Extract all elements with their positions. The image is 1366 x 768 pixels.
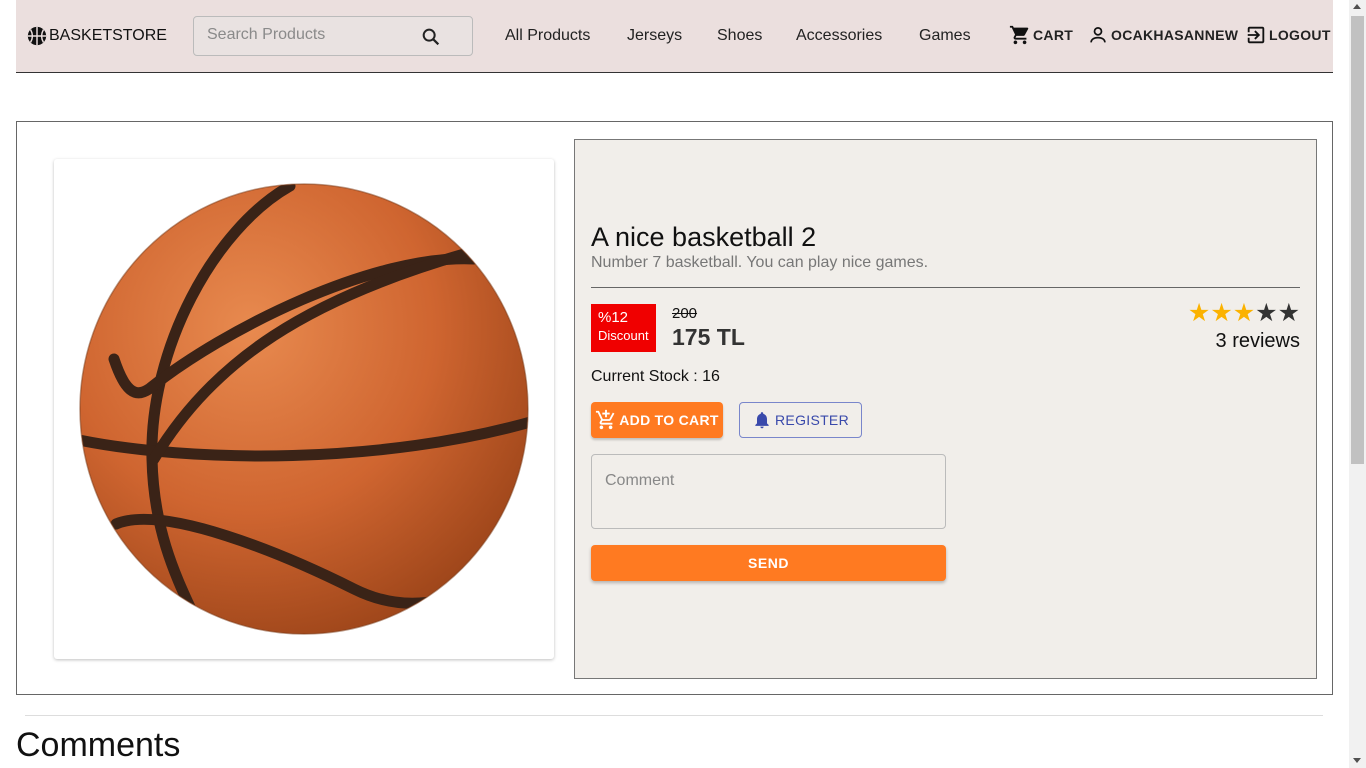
product-title: A nice basketball 2 bbox=[591, 222, 817, 252]
search-icon[interactable] bbox=[420, 26, 442, 48]
comment-field[interactable] bbox=[591, 454, 946, 529]
brand-logo[interactable]: BASKETSTORE bbox=[26, 25, 167, 47]
star-icon[interactable]: ★ bbox=[1188, 299, 1210, 327]
old-price: 200 bbox=[672, 305, 698, 322]
new-price: 175 TL bbox=[672, 324, 745, 350]
user-label: OCAKHASANNEW bbox=[1111, 27, 1239, 43]
divider bbox=[591, 287, 1300, 288]
product-description: Number 7 basketball. You can play nice g… bbox=[591, 254, 929, 271]
discount-label: Discount bbox=[598, 328, 649, 343]
nav-accessories[interactable]: Accessories bbox=[796, 27, 882, 45]
cart-icon bbox=[1009, 25, 1029, 45]
send-button[interactable]: SEND bbox=[591, 545, 946, 581]
section-divider bbox=[25, 715, 1323, 716]
discount-percent: %12 bbox=[598, 309, 629, 326]
navbar: BASKETSTORE All Products Jerseys Shoes A… bbox=[16, 0, 1333, 73]
search-box bbox=[193, 16, 473, 56]
search-input[interactable] bbox=[207, 26, 417, 44]
nav-jerseys[interactable]: Jerseys bbox=[627, 27, 682, 45]
logout-label: LOGOUT bbox=[1269, 27, 1331, 43]
logout-icon bbox=[1247, 26, 1265, 44]
brand-name: BASKETSTORE bbox=[49, 27, 167, 44]
star-icon[interactable]: ★ bbox=[1233, 299, 1255, 327]
review-count[interactable]: 3 reviews bbox=[1216, 330, 1300, 353]
scroll-up-arrow-icon[interactable] bbox=[1353, 4, 1361, 9]
add-to-cart-label: ADD TO CART bbox=[619, 412, 719, 428]
page: BASKETSTORE All Products Jerseys Shoes A… bbox=[0, 0, 1349, 768]
scroll-down-arrow-icon[interactable] bbox=[1353, 758, 1361, 763]
comments-heading: Comments bbox=[16, 726, 181, 764]
product-card: A nice basketball 2 Number 7 basketball.… bbox=[16, 121, 1333, 695]
cart-button[interactable]: CART bbox=[1009, 24, 1073, 46]
scrollbar-thumb[interactable] bbox=[1351, 16, 1364, 464]
add-to-cart-button[interactable]: ADD TO CART bbox=[591, 402, 723, 438]
vertical-scrollbar[interactable] bbox=[1349, 0, 1366, 768]
basketball-image bbox=[79, 183, 529, 635]
nav-games[interactable]: Games bbox=[919, 27, 971, 45]
user-account-button[interactable]: OCAKHASANNEW bbox=[1087, 24, 1238, 46]
star-icon[interactable]: ★ bbox=[1255, 299, 1277, 327]
cart-label: CART bbox=[1033, 27, 1074, 43]
logout-button[interactable]: LOGOUT bbox=[1245, 24, 1331, 46]
product-info-panel: A nice basketball 2 Number 7 basketball.… bbox=[574, 139, 1317, 679]
basketball-icon bbox=[27, 26, 47, 46]
bell-icon bbox=[755, 412, 769, 429]
star-icon[interactable]: ★ bbox=[1278, 299, 1300, 327]
discount-badge: %12 Discount bbox=[591, 304, 656, 352]
nav-shoes[interactable]: Shoes bbox=[717, 27, 762, 45]
stock-info: Current Stock : 16 bbox=[591, 368, 720, 385]
register-notify-button[interactable]: REGISTER bbox=[739, 402, 862, 438]
star-icon[interactable]: ★ bbox=[1210, 299, 1232, 327]
star-rating: ★★★★★ bbox=[1188, 298, 1300, 328]
product-image bbox=[54, 159, 554, 659]
person-icon bbox=[1090, 26, 1106, 43]
add-shopping-cart-icon bbox=[596, 409, 615, 430]
register-label: REGISTER bbox=[775, 412, 849, 428]
nav-all-products[interactable]: All Products bbox=[505, 27, 590, 45]
